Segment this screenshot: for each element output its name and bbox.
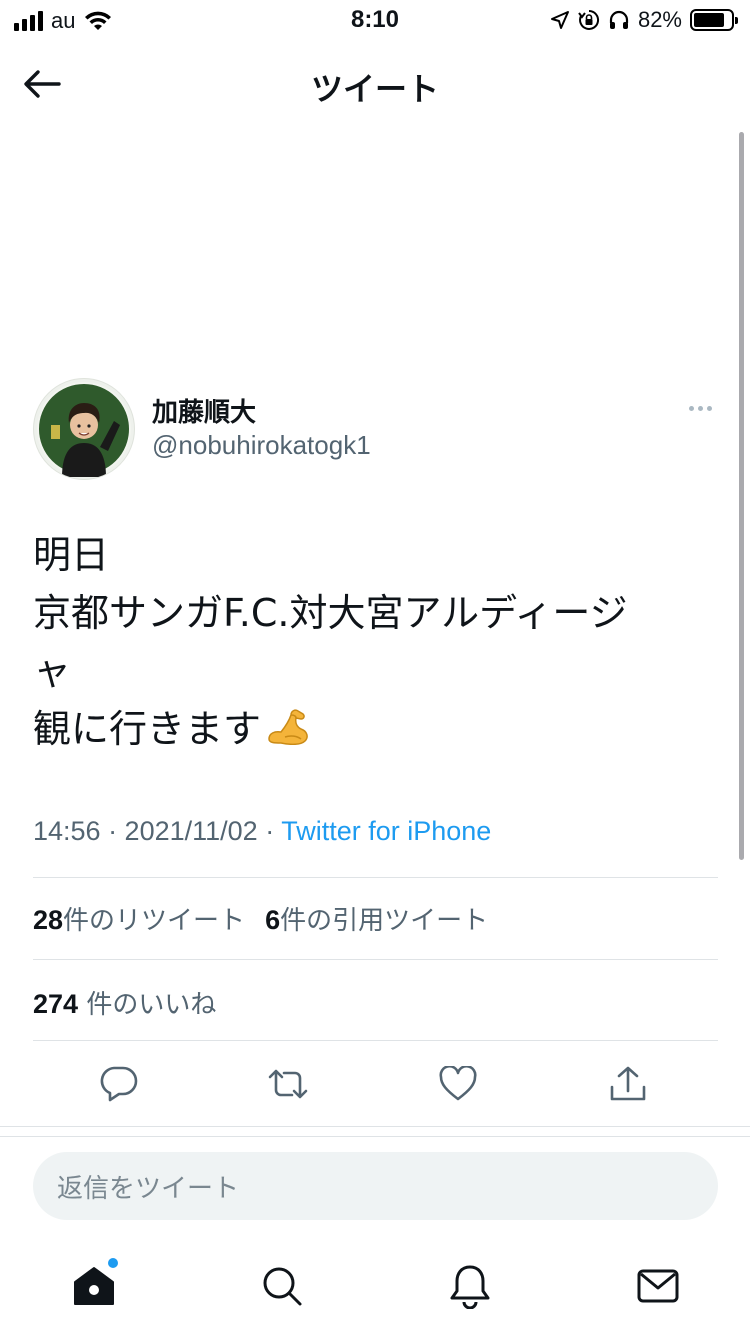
flexed-biceps-icon bbox=[265, 703, 311, 761]
divider bbox=[0, 1126, 750, 1127]
status-bar: au 8:10 82% bbox=[0, 0, 750, 40]
quote-label: 件の引用ツイート bbox=[280, 906, 489, 936]
orientation-lock-icon bbox=[578, 9, 599, 30]
more-options-button[interactable] bbox=[684, 396, 716, 420]
home-new-indicator bbox=[108, 1258, 118, 1268]
retweet-button[interactable] bbox=[266, 1062, 310, 1106]
battery-percent: 82% bbox=[637, 7, 682, 32]
retweets-link[interactable]: 28件のリツイート bbox=[33, 900, 245, 937]
tab-messages[interactable] bbox=[632, 1260, 684, 1312]
author-handle[interactable]: @nobuhirokatogk1 bbox=[152, 430, 371, 461]
tab-notifications[interactable] bbox=[444, 1260, 496, 1312]
avatar-image bbox=[37, 382, 131, 477]
tweet-line: 京都サンガF.C.対大宮アルディージ bbox=[33, 591, 628, 635]
location-arrow-icon bbox=[550, 11, 569, 29]
reply-input[interactable]: 返信をツイート bbox=[33, 1152, 718, 1220]
messages-icon bbox=[637, 1269, 679, 1303]
retweet-icon bbox=[268, 1069, 308, 1099]
tweet-line-text: 観に行きます bbox=[33, 707, 262, 751]
tweet-line: 明日 bbox=[33, 533, 110, 577]
tweet-text: 明日 京都サンガF.C.対大宮アルディージ ャ 観に行きます bbox=[33, 526, 705, 761]
retweet-label: 件のリツイート bbox=[63, 906, 246, 936]
headphones-icon bbox=[609, 10, 629, 29]
like-stats: 274 件のいいね bbox=[33, 984, 216, 1021]
tweet-line: ャ bbox=[33, 649, 72, 693]
divider bbox=[33, 877, 718, 878]
tweet-timestamp: 14:56 · 2021/11/02 · bbox=[33, 816, 282, 846]
more-dot-icon bbox=[688, 405, 694, 411]
notifications-icon bbox=[450, 1265, 490, 1309]
tab-search[interactable] bbox=[256, 1260, 308, 1312]
divider bbox=[33, 959, 718, 960]
retweet-count: 28 bbox=[33, 905, 64, 935]
reply-icon bbox=[100, 1066, 138, 1102]
quotes-link[interactable]: 6件の引用ツイート bbox=[265, 900, 488, 937]
more-dot-icon bbox=[697, 405, 703, 411]
scroll-indicator[interactable] bbox=[739, 132, 744, 860]
avatar[interactable] bbox=[33, 378, 135, 480]
author-name[interactable]: 加藤順大 bbox=[152, 392, 256, 429]
share-button[interactable] bbox=[606, 1062, 650, 1106]
status-right: 82% bbox=[550, 7, 738, 33]
like-button[interactable] bbox=[436, 1062, 480, 1106]
reply-button[interactable] bbox=[97, 1062, 141, 1106]
retweet-stats: 28件のリツイート 6件の引用ツイート bbox=[33, 900, 488, 937]
likes-link[interactable]: 274 件のいいね bbox=[33, 984, 216, 1021]
header: ツイート bbox=[0, 48, 750, 120]
more-dot-icon bbox=[706, 405, 712, 411]
like-label: 件のいいね bbox=[86, 990, 217, 1020]
battery-icon bbox=[690, 9, 738, 31]
like-count: 274 bbox=[33, 989, 79, 1019]
tweet-source-link[interactable]: Twitter for iPhone bbox=[281, 816, 491, 846]
search-icon bbox=[263, 1267, 302, 1306]
divider bbox=[33, 1040, 718, 1041]
tweet-line-last: 観に行きます bbox=[33, 700, 705, 761]
reply-placeholder: 返信をツイート bbox=[57, 1173, 240, 1204]
page-title: ツイート bbox=[310, 70, 439, 108]
tab-bar bbox=[0, 1246, 750, 1326]
share-icon bbox=[610, 1066, 646, 1101]
tweet-actions bbox=[0, 1050, 750, 1120]
like-icon bbox=[439, 1066, 477, 1101]
battery-level bbox=[694, 13, 724, 27]
quote-count: 6 bbox=[265, 905, 281, 935]
home-icon bbox=[74, 1267, 114, 1305]
tweet-meta: 14:56 · 2021/11/02 · Twitter for iPhone bbox=[33, 816, 491, 847]
tab-home[interactable] bbox=[68, 1258, 120, 1312]
divider bbox=[0, 1136, 750, 1137]
